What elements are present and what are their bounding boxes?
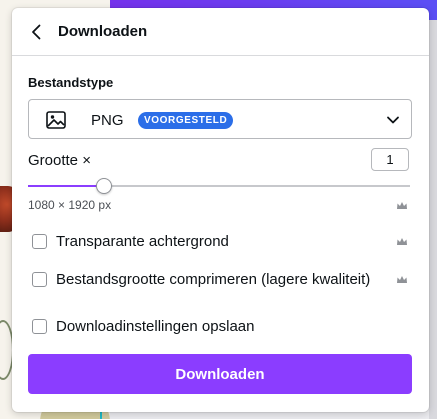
file-type-value: PNG	[91, 112, 124, 129]
option-label: Transparante achtergrond	[56, 233, 229, 250]
file-type-label: Bestandstype	[28, 75, 114, 90]
back-button[interactable]	[24, 20, 48, 44]
image-icon	[46, 111, 66, 129]
size-slider[interactable]	[28, 178, 410, 194]
option-checkbox[interactable]	[32, 234, 47, 249]
option-checkbox[interactable]	[32, 319, 47, 334]
panel-title: Downloaden	[58, 23, 148, 40]
option-checkbox[interactable]	[32, 272, 47, 287]
crown-icon	[397, 202, 407, 209]
size-slider-thumb[interactable]	[96, 178, 113, 194]
chevron-down-icon	[387, 116, 399, 124]
crown-icon	[397, 276, 407, 283]
size-label: Grootte ×	[28, 152, 91, 169]
size-input[interactable]	[371, 148, 409, 171]
panel-header: Downloaden	[12, 8, 429, 56]
size-slider-fill	[28, 185, 105, 187]
crown-icon	[397, 238, 407, 245]
option-row[interactable]: Bestandsgrootte comprimeren (lagere kwal…	[32, 270, 402, 290]
dimensions-text: 1080 × 1920 px	[28, 198, 112, 212]
option-row[interactable]: Downloadinstellingen opslaan	[32, 317, 402, 337]
option-row[interactable]: Transparante achtergrond	[32, 232, 402, 252]
file-type-select[interactable]: PNG VOORGESTELD	[28, 99, 412, 139]
download-panel: Downloaden Bestandstype PNG VOORGESTELD …	[12, 8, 429, 412]
download-button[interactable]: Downloaden	[28, 354, 412, 394]
editor-sidebar-edge	[429, 20, 437, 419]
suggested-badge: VOORGESTELD	[138, 112, 234, 129]
option-label: Bestandsgrootte comprimeren (lagere kwal…	[56, 271, 371, 288]
option-label: Downloadinstellingen opslaan	[56, 318, 255, 335]
chevron-left-icon	[32, 24, 41, 40]
